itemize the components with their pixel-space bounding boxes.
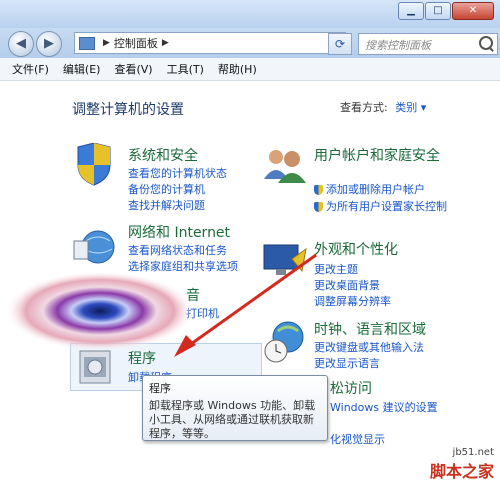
title-bar: ▁ □ ✕ bbox=[0, 0, 500, 28]
shield-icon bbox=[314, 185, 323, 195]
link-windows-recommended[interactable]: Windows 建议的设置 bbox=[330, 399, 438, 415]
back-button[interactable]: ◀ bbox=[8, 31, 34, 57]
menu-file[interactable]: 文件(F) bbox=[12, 61, 49, 77]
link-parental-controls[interactable]: 为所有用户设置家长控制 bbox=[314, 198, 447, 214]
view-by-dropdown[interactable]: 类别 ▾ bbox=[395, 101, 426, 114]
link-optimize-visual[interactable]: 化视觉显示 bbox=[330, 431, 385, 447]
menu-edit[interactable]: 编辑(E) bbox=[63, 61, 101, 77]
breadcrumb-separator-icon: ▶ bbox=[103, 38, 110, 48]
link-add-remove-users[interactable]: 添加或删除用户帐户 bbox=[314, 181, 425, 197]
tooltip-title: 程序 bbox=[149, 382, 171, 395]
category-user-accounts[interactable]: 用户帐户和家庭安全 bbox=[314, 145, 440, 165]
breadcrumb-control-panel[interactable]: 控制面板 bbox=[114, 35, 158, 51]
tooltip-body: 卸载程序或 Windows 功能、卸载小工具、从网络或通过联机获取新程序，等等。 bbox=[149, 399, 316, 440]
back-arrow-icon: ◀ bbox=[16, 36, 26, 51]
shield-icon bbox=[314, 202, 323, 212]
programs-icon[interactable] bbox=[74, 347, 118, 387]
link-change-background[interactable]: 更改桌面背景 bbox=[314, 277, 380, 293]
red-arrow-icon bbox=[174, 253, 317, 357]
category-programs[interactable]: 程序 bbox=[128, 348, 156, 368]
menu-tools[interactable]: 工具(T) bbox=[167, 61, 204, 77]
minimize-button[interactable]: ▁ bbox=[398, 2, 424, 20]
watermark-site: jb51.net bbox=[452, 447, 494, 458]
watermark: jb51.net 脚本之家 bbox=[430, 447, 494, 482]
close-icon: ✕ bbox=[468, 5, 478, 16]
tooltip-programs: 程序 卸载程序或 Windows 功能、卸载小工具、从网络或通过联机获取新程序，… bbox=[142, 375, 328, 441]
menu-bar: 文件(F) 编辑(E) 查看(V) 工具(T) 帮助(H) bbox=[0, 58, 500, 81]
system-security-icon[interactable] bbox=[72, 143, 116, 187]
view-by: 查看方式: 类别 ▾ bbox=[340, 99, 426, 115]
category-appearance[interactable]: 外观和个性化 bbox=[314, 239, 398, 259]
category-ease-access[interactable]: 松访问 bbox=[330, 378, 372, 398]
page-title: 调整计算机的设置 bbox=[72, 102, 184, 118]
link-display-language[interactable]: 更改显示语言 bbox=[314, 355, 380, 371]
category-network-internet[interactable]: 网络和 Internet bbox=[128, 222, 230, 242]
link-add-remove-users-label[interactable]: 添加或删除用户帐户 bbox=[326, 183, 425, 196]
maximize-icon: □ bbox=[433, 5, 443, 16]
link-change-input[interactable]: 更改键盘或其他输入法 bbox=[314, 339, 424, 355]
link-find-fix-problems[interactable]: 查找并解决问题 bbox=[128, 197, 205, 213]
maximize-button[interactable]: □ bbox=[425, 2, 451, 20]
link-backup-computer[interactable]: 备份您的计算机 bbox=[128, 181, 205, 197]
link-view-computer-status[interactable]: 查看您的计算机状态 bbox=[128, 165, 227, 181]
link-parental-controls-label[interactable]: 为所有用户设置家长控制 bbox=[326, 200, 447, 213]
forward-button[interactable]: ▶ bbox=[36, 31, 62, 57]
user-accounts-icon[interactable] bbox=[262, 145, 308, 185]
view-by-value[interactable]: 类别 bbox=[395, 101, 417, 114]
forward-arrow-icon: ▶ bbox=[44, 36, 54, 51]
network-internet-icon[interactable] bbox=[72, 227, 118, 267]
refresh-icon: ⟳ bbox=[334, 37, 346, 51]
search-box[interactable]: 搜索控制面板 bbox=[358, 33, 498, 55]
view-by-label: 查看方式: bbox=[340, 101, 388, 114]
control-panel-icon bbox=[79, 36, 95, 50]
refresh-button[interactable]: ⟳ bbox=[328, 33, 352, 55]
category-system-security[interactable]: 系统和安全 bbox=[128, 145, 198, 165]
category-clock-language[interactable]: 时钟、语言和区域 bbox=[314, 319, 426, 339]
radial-decoration-icon bbox=[5, 271, 190, 351]
close-button[interactable]: ✕ bbox=[452, 2, 494, 20]
menu-view[interactable]: 查看(V) bbox=[114, 61, 152, 77]
minimize-icon: ▁ bbox=[407, 5, 415, 16]
menu-help[interactable]: 帮助(H) bbox=[218, 61, 257, 77]
link-change-theme[interactable]: 更改主题 bbox=[314, 261, 358, 277]
search-icon[interactable] bbox=[479, 36, 493, 50]
address-bar[interactable]: ▶ 控制面板 ▶ ▼ bbox=[74, 32, 346, 54]
user-accounts-title[interactable]: 用户帐户和家庭安全 bbox=[314, 148, 440, 164]
watermark-brand: 脚本之家 bbox=[429, 462, 494, 481]
search-placeholder: 搜索控制面板 bbox=[365, 39, 431, 52]
window-controls: ▁ □ ✕ bbox=[397, 2, 494, 20]
link-screen-resolution[interactable]: 调整屏幕分辨率 bbox=[314, 293, 391, 309]
breadcrumb-chevron-icon[interactable]: ▶ bbox=[162, 38, 169, 48]
address-row: ◀ ▶ ▶ 控制面板 ▶ ▼ ⟳ 搜索控制面板 bbox=[0, 28, 500, 58]
